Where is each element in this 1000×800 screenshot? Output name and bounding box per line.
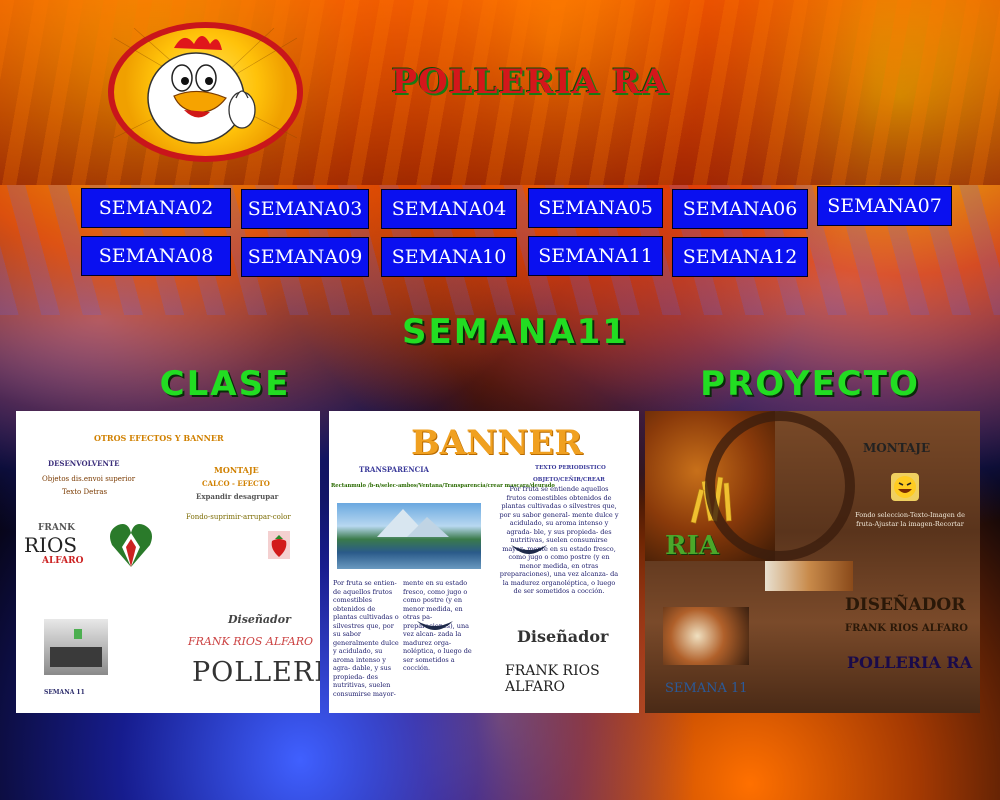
nav-semana11[interactable]: SEMANA11: [529, 237, 662, 275]
clase-name: FRANK RIOS ALFARO: [188, 635, 314, 648]
nav-semana09[interactable]: SEMANA09: [242, 238, 368, 276]
food-thumbnail-1: [765, 561, 853, 591]
clase-left-label: DESENVOLVENTE: [48, 459, 120, 468]
banner-paragraph-left: Por fruta se entien- de aquellos frutos …: [333, 579, 399, 698]
mountain-lake-thumbnail: [337, 503, 481, 569]
heart-flag-icon: [110, 524, 152, 567]
proyecto-disenador: DISEÑADOR: [845, 595, 966, 615]
week-title: SEMANA11: [402, 312, 628, 352]
nav-semana02[interactable]: SEMANA02: [82, 189, 230, 227]
banana-icon-2: [417, 621, 453, 630]
nav-semana03[interactable]: SEMANA03: [242, 190, 368, 228]
emoji-thumbnail: [891, 473, 919, 501]
proyecto-title: PROYECTO: [700, 364, 920, 404]
laughing-face-icon: [894, 476, 916, 498]
clase-heading: OTROS EFECTOS Y BANNER: [94, 433, 224, 443]
clase-calco: CALCO - EFECTO: [202, 479, 270, 488]
brand-title: POLLERIA RA: [391, 62, 669, 102]
clase-left-line2: Texto Detras: [62, 488, 108, 496]
nav-semana05[interactable]: SEMANA05: [529, 189, 662, 227]
clase-montaje: MONTAJE: [214, 465, 259, 475]
proyecto-polleria: POLLERIA RA: [847, 653, 973, 672]
banner-document-image[interactable]: BANNER TRANSPARENCIA Rectanmulo /b-n/sel…: [329, 411, 639, 713]
proyecto-small-text: Fondo seleccion-Texto-Imagen de fruta-Aj…: [855, 511, 965, 528]
plate-shape: [705, 411, 855, 561]
mountain-icon: [377, 509, 449, 537]
clase-left-line1: Objetos dis.envoi superior: [42, 475, 136, 483]
nav-semana06[interactable]: SEMANA06: [673, 190, 807, 228]
clase-fondo: Fondo-suprimir-arrupar-color: [186, 513, 291, 521]
nav-semana08[interactable]: SEMANA08: [82, 237, 230, 275]
chicken-mascot-icon: [114, 28, 297, 144]
clase-polleria: POLLERIA: [192, 657, 320, 688]
food-thumbnail-2: [663, 607, 749, 665]
proyecto-montaje: MONTAJE: [863, 441, 931, 455]
nav-semana07[interactable]: SEMANA07: [818, 187, 951, 225]
nav-semana10[interactable]: SEMANA10: [382, 238, 516, 276]
kitchen-thumbnail: [44, 619, 108, 675]
proyecto-document-image[interactable]: RIA MONTAJE Fondo seleccion-Texto-Imagen…: [645, 411, 980, 713]
nav-semana04[interactable]: SEMANA04: [382, 190, 516, 228]
banner-texto-label: TEXTO PERIODISTICO: [535, 465, 606, 471]
clase-title: CLASE: [159, 364, 291, 404]
banner-name: FRANK RIOS ALFARO: [505, 663, 600, 695]
rios-alfaro-logo: FRANK RIOS ALFARO: [24, 523, 84, 566]
banner-objeto-label: OBJETO/CEÑIR/CREAR: [533, 477, 605, 483]
clase-disenador: Diseñador: [228, 613, 291, 626]
banner-heading: BANNER: [411, 423, 583, 463]
proyecto-semana: SEMANA 11: [665, 681, 748, 696]
strawberry-thumbnail: [268, 531, 290, 559]
banner-disenador: Diseñador: [517, 627, 609, 646]
banner-transparencia: TRANSPARENCIA: [359, 465, 429, 474]
chicken-logo[interactable]: [108, 22, 303, 162]
banana-icon: [511, 545, 547, 554]
strawberry-icon: [271, 535, 287, 557]
proyecto-name: FRANK RIOS ALFARO: [845, 623, 968, 634]
clase-semana-label: SEMANA 11: [44, 689, 85, 696]
clase-expandir: Expandir desagrupar: [196, 492, 279, 501]
proyecto-overlay-text: RIA: [665, 531, 719, 561]
clase-document-image[interactable]: OTROS EFECTOS Y BANNER DESENVOLVENTE Obj…: [16, 411, 320, 713]
nav-semana12[interactable]: SEMANA12: [673, 238, 807, 276]
